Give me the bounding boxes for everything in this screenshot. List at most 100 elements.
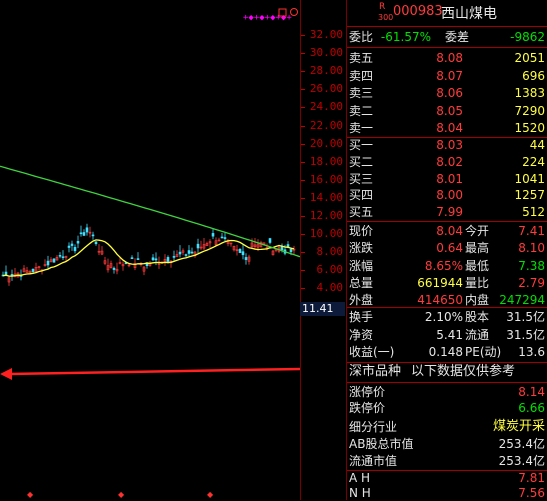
limit-down-row: 跌停价 6.66 [347,399,547,417]
candle-body [136,258,140,260]
industry-label: 细分行业 [349,420,398,434]
axis-tick-mark [301,180,305,181]
quote-value: 7.41 [518,224,545,238]
price-candles [1,223,296,286]
ab-cap-value: 253.4亿 [498,437,545,451]
chart-canvas[interactable]: +◆+◆+◆+◆+ ◆ ◆ ◆ [0,0,300,500]
industry-value[interactable]: 煤炭开采 [493,418,545,436]
ask-row: 卖四 8.07 696 [347,67,547,85]
bid-row: 买一 8.03 44 [347,136,547,154]
ask-volume: 1383 [514,86,545,101]
ask-row: 卖五 8.08 2051 [347,49,547,67]
limit-down-value: 6.66 [518,401,545,415]
quote-value: 8.10 [518,241,545,256]
market-tag-top: R [379,2,386,12]
candle-body [211,233,215,237]
fundamental-value: 31.5亿 [506,310,545,324]
ah-label: A H [349,471,371,485]
date-marker-icon: ◆ [27,490,34,499]
ask-price: 8.08 [436,51,463,65]
quote-label: 总量 [349,275,374,290]
axis-tick-mark [301,252,305,253]
fundamental-row: 收益(一) 0.148 PE(动) 13.6 [347,343,547,361]
ask-label: 卖五 [349,51,374,65]
ask-volume: 7290 [514,103,545,118]
candle-body [4,271,8,275]
quote-value: 2.79 [518,275,545,290]
weibi-label: 委比 [349,30,374,44]
bid-price: 8.03 [436,138,463,152]
candlestick-chart[interactable]: +◆+◆+◆+◆+ ◆ ◆ ◆ [0,0,300,500]
float-cap-label: 流通市值 [349,454,398,468]
axis-tick-mark [301,53,305,54]
quote-row: 总量 661944 量比 2.79 [347,274,547,292]
quote-label: 量比 [465,275,490,290]
candle-body [166,257,170,262]
indicator-marker-icon[interactable]: +◆+◆+◆+◆+ [243,13,292,23]
weicha-label: 委差 [445,30,470,44]
weicha-value: -9862 [510,30,545,44]
fundamental-label: 流通 [465,327,490,342]
fundamental-value: 31.5亿 [506,327,545,342]
stock-code: 000983 [393,4,443,19]
stock-title[interactable]: R 300 000983 西山煤电 [347,2,547,24]
axis-tick-mark [301,71,305,72]
candle-body [130,257,134,259]
ask-volume: 696 [522,68,545,83]
candle-body [196,243,200,249]
bid-volume: 1257 [514,188,545,203]
candle-body [85,227,89,233]
fundamental-row: 换手 2.10% 股本 31.5亿 [347,308,547,326]
candle-body [268,238,272,243]
ask-label: 卖四 [349,68,374,83]
chart-toolbar-icons[interactable]: +◆+◆+◆+◆+ [243,8,298,24]
ask-label: 卖一 [349,121,374,136]
axis-tick-label: 16.00 [309,173,343,186]
bid-price: 8.01 [436,171,463,186]
axis-tick-mark [301,288,305,289]
axis-tick-label: 32.00 [309,28,343,41]
chart-option-icon[interactable] [290,8,298,16]
axis-tick-label: 28.00 [309,64,343,77]
nh-label: N H [349,486,371,500]
industry-row: 细分行业 煤炭开采 [347,418,547,436]
bid-label: 买一 [349,138,374,152]
axis-tick-label: 30.00 [309,46,343,59]
axis-tick-label: 18.00 [309,155,343,168]
divider [347,26,547,27]
axis-tick-label: 8.00 [316,245,344,258]
nh-row: N H 7.56 [347,486,547,501]
ab-cap-label: AB股总市值 [349,437,414,451]
price-axis: 32.00 30.00 28.00 26.00 24.00 22.00 20.00 18.00… [300,0,346,500]
candle-body [61,256,65,259]
ask-row: 卖二 8.05 7290 [347,102,547,120]
quote-row: 现价 8.04 今开 7.41 [347,222,547,240]
axis-tick-mark [301,198,305,199]
stock-name: 西山煤电 [441,6,497,22]
candle-body [223,237,227,239]
ask-row: 卖一 8.04 1520 [347,119,547,137]
candle-body [82,232,86,236]
quote-row: 涨幅 8.65% 最低 7.38 [347,257,547,275]
candle-body [154,258,158,261]
quote-label: 最低 [465,258,490,273]
candle-body [58,255,62,257]
candle-body [73,247,77,252]
quote-label: 涨幅 [349,258,374,273]
market-tag-bottom: 300 [378,13,394,22]
axis-tick-mark [301,126,305,127]
float-cap-value: 253.4亿 [498,454,545,468]
ah-row: A H 7.81 [347,471,547,486]
ask-volume: 1520 [514,121,545,136]
axis-tick-label: 24.00 [309,100,343,113]
fundamental-label: 股本 [465,310,490,324]
disclaimer-label: 以下数据仅供参考 [411,364,516,379]
fundamental-value: 5.41 [436,327,463,342]
market-type-label: 深市品种 [349,364,402,379]
quote-value: 0.64 [436,241,463,256]
bid-label: 买五 [349,205,374,220]
ask-row: 卖三 8.06 1383 [347,84,547,102]
candle-body [178,251,182,255]
divider [347,47,547,48]
date-marker-icon: ◆ [118,490,125,499]
